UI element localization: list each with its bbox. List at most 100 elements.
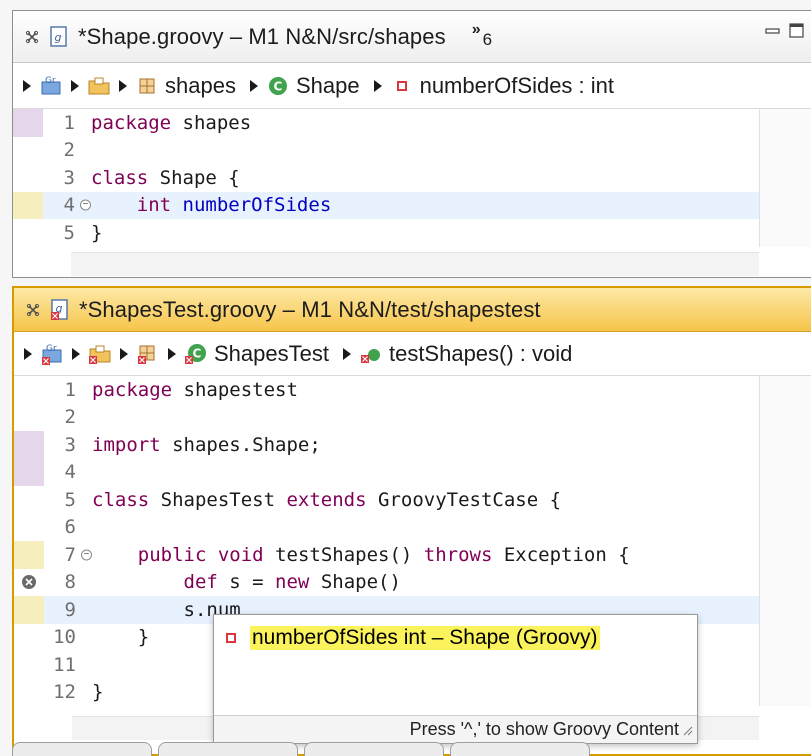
groovy-project-error-icon[interactable]: Gr — [40, 342, 64, 366]
code-line[interactable]: 3 import shapes.Shape; — [14, 431, 811, 459]
class-icon[interactable]: C — [266, 74, 290, 98]
line-number: 6 — [64, 516, 76, 539]
completion-item[interactable]: numberOfSides int – Shape (Groovy) — [224, 623, 600, 653]
overview-ruler[interactable] — [759, 109, 811, 247]
keyword-token: throws — [423, 543, 493, 566]
code-token: Shape() — [309, 571, 401, 594]
svg-text:Gr: Gr — [45, 76, 56, 86]
breadcrumb-class[interactable]: Shape — [296, 73, 360, 99]
breadcrumb-arrow-icon[interactable] — [342, 347, 351, 360]
code-token: } — [92, 626, 150, 649]
breadcrumb-arrow-icon[interactable] — [249, 79, 258, 92]
close-icon[interactable] — [24, 301, 42, 319]
gutter-marker[interactable] — [13, 219, 43, 247]
line-number: 2 — [63, 139, 75, 162]
code-line[interactable]: 7− public void testShapes() throws Excep… — [14, 541, 811, 569]
editor-tab-shape[interactable]: g *Shape.groovy – M1 N&N/src/shapes » 6 — [13, 11, 811, 63]
maximize-icon[interactable] — [789, 19, 805, 45]
close-icon[interactable] — [23, 28, 41, 46]
breadcrumb-arrow-icon[interactable] — [120, 347, 128, 360]
breadcrumb-arrow-icon[interactable] — [23, 79, 31, 92]
resize-grip-icon[interactable] — [681, 724, 693, 736]
code-line[interactable]: 1 package shapes — [13, 109, 811, 137]
code-line[interactable]: 5} — [13, 219, 811, 247]
more-tabs-button[interactable]: » 6 — [471, 20, 492, 49]
gutter-marker[interactable] — [14, 651, 44, 679]
gutter-marker[interactable] — [13, 164, 43, 192]
breadcrumb-arrow-icon[interactable] — [71, 79, 79, 92]
line-number: 2 — [64, 406, 76, 429]
code-line[interactable]: 6 — [14, 514, 811, 542]
overview-ruler[interactable] — [759, 376, 811, 706]
test-class-icon[interactable]: C — [184, 342, 208, 366]
line-number: 10 — [53, 626, 76, 649]
gutter-marker[interactable] — [14, 569, 44, 597]
code-editor[interactable]: 1 package shapes 2 3 class Shape {4− int num… — [13, 109, 811, 247]
breadcrumb-arrow-icon[interactable] — [168, 347, 176, 360]
breadcrumb-package[interactable]: shapes — [165, 73, 236, 99]
method-error-icon[interactable] — [359, 342, 383, 366]
line-number: 5 — [63, 221, 75, 244]
source-folder-icon[interactable] — [87, 74, 111, 98]
gutter-marker[interactable] — [14, 376, 44, 404]
gutter-marker[interactable] — [14, 486, 44, 514]
code-line[interactable]: 4− int numberOfSides — [13, 191, 811, 219]
view-tab[interactable] — [158, 742, 298, 756]
breadcrumb-arrow-icon[interactable] — [373, 79, 382, 92]
gutter-marker[interactable] — [14, 404, 44, 432]
gutter-marker[interactable] — [13, 109, 43, 137]
gutter-marker[interactable] — [14, 431, 44, 459]
hidden-tab-count: 6 — [482, 29, 493, 49]
code-line[interactable]: 8 def s = new Shape() — [14, 569, 811, 597]
code-line[interactable]: 2 — [14, 404, 811, 432]
code-text: import shapes.Shape; — [84, 434, 321, 456]
breadcrumb-arrow-icon[interactable] — [119, 79, 127, 92]
tab-title: *ShapesTest.groovy – M1 N&N/test/shapest… — [79, 296, 541, 322]
line-number: 3 — [63, 166, 75, 189]
keyword-token: import — [92, 433, 161, 456]
code-line[interactable]: 1 package shapestest — [14, 376, 811, 404]
code-token: } — [91, 221, 103, 244]
code-line[interactable]: 3 class Shape { — [13, 164, 811, 192]
keyword-token: package — [92, 378, 173, 401]
gutter-marker[interactable] — [14, 541, 44, 569]
code-line[interactable]: 4 — [14, 458, 811, 486]
line-number: 4 — [64, 461, 76, 484]
groovy-project-icon[interactable]: Gr — [39, 74, 63, 98]
gutter-marker[interactable] — [14, 624, 44, 652]
breadcrumb-arrow-icon[interactable] — [24, 347, 32, 360]
view-tab[interactable] — [304, 742, 444, 756]
gutter-marker[interactable] — [14, 514, 44, 542]
gutter-marker[interactable] — [13, 191, 43, 219]
breadcrumb-method[interactable]: testShapes() : void — [389, 341, 572, 367]
package-icon[interactable] — [135, 74, 159, 98]
gutter-marker[interactable] — [14, 596, 44, 624]
code-line[interactable]: 5 class ShapesTest extends GroovyTestCase… — [14, 486, 811, 514]
breadcrumb-class[interactable]: ShapesTest — [214, 341, 329, 367]
svg-text:C: C — [193, 346, 202, 360]
view-tab[interactable] — [450, 742, 590, 756]
error-icon[interactable] — [21, 574, 37, 590]
chevron-right-icon: » — [471, 20, 481, 38]
horizontal-scrollbar[interactable] — [71, 252, 759, 276]
field-icon — [226, 633, 236, 643]
code-token: testShapes() — [263, 543, 424, 566]
tab-title: *Shape.groovy – M1 N&N/src/shapes — [78, 23, 446, 49]
breadcrumb-arrow-icon[interactable] — [72, 347, 80, 360]
field-icon[interactable] — [390, 74, 414, 98]
fold-collapse-icon[interactable]: − — [81, 549, 92, 561]
source-folder-error-icon[interactable] — [88, 342, 112, 366]
breadcrumb-field[interactable]: numberOfSides : int — [420, 73, 614, 99]
fold-collapse-icon[interactable]: − — [80, 199, 91, 211]
line-number: 9 — [64, 598, 76, 621]
code-line[interactable]: 2 — [13, 137, 811, 165]
minimize-icon[interactable] — [765, 19, 781, 45]
package-error-icon[interactable] — [136, 342, 160, 366]
gutter-marker[interactable] — [14, 679, 44, 707]
gutter-marker[interactable] — [13, 137, 43, 165]
completion-status-bar: Press '^,' to show Groovy Content — [214, 715, 697, 743]
view-tab[interactable] — [12, 742, 152, 756]
editor-tab-shapestest[interactable]: g *ShapesTest.groovy – M1 N&N/test/shape… — [14, 288, 811, 332]
gutter-marker[interactable] — [14, 458, 44, 486]
